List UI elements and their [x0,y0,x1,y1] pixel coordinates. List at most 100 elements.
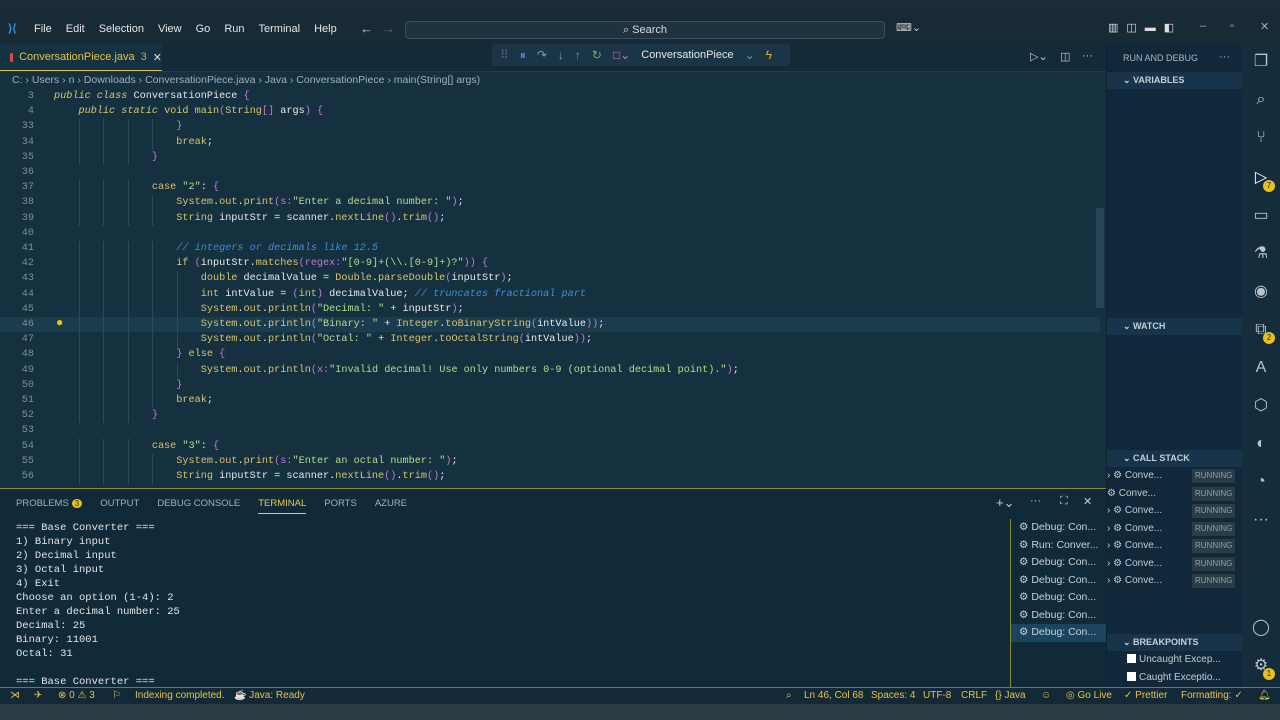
code-line[interactable]: 41 // integers or decimals like 12.5 [0,241,1100,257]
menu-selection[interactable]: Selection [99,23,144,35]
code-line[interactable]: 33 } [0,119,1100,135]
command-search[interactable]: ⌕ Search [405,21,885,39]
code-line[interactable]: 51 break; [0,393,1100,409]
tab-output[interactable]: OUTPUT [100,498,139,514]
close-window-button[interactable]: ✕ [1260,20,1269,33]
breakpoint-checkbox[interactable] [1127,671,1136,681]
terminal-instance[interactable]: ⚙ Debug: Con... [1011,624,1106,642]
menu-run[interactable]: Run [224,23,244,35]
code-line[interactable]: 46 System.out.println("Binary: " + Integ… [0,317,1100,333]
step-over-icon[interactable]: ↷ [537,48,547,62]
remote-icon[interactable]: ⋊ [10,688,20,704]
go-live[interactable]: ◎ Go Live [1066,688,1112,704]
pause-icon[interactable]: ⏸ [520,48,526,63]
split-editor-icon[interactable]: ◫ [1060,50,1070,63]
extensions-icon[interactable]: ⧉ 2 [1251,320,1275,344]
breadcrumb-item[interactable]: Users [32,74,59,86]
language-mode[interactable]: {} Java [995,688,1026,704]
code-line[interactable]: 48 } else { [0,347,1100,363]
explorer-icon[interactable]: ❐ [1251,52,1271,72]
call-stack-item[interactable]: › ⚙ Conve... RUNNING [1107,502,1243,520]
callstack-section-header[interactable]: ⌄ CALL STACK [1107,450,1243,467]
run-icon[interactable]: ▷⌄ [1030,50,1048,63]
breadcrumb-item[interactable]: Java [265,74,287,86]
menu-edit[interactable]: Edit [66,23,85,35]
close-tab-icon[interactable]: ✕ [153,51,162,64]
menu-view[interactable]: View [158,23,182,35]
rocket-icon[interactable]: ✈ [34,688,42,704]
variables-section-header[interactable]: ⌄ VARIABLES [1107,72,1243,89]
code-line[interactable]: 52 } [0,408,1100,424]
code-line[interactable]: 50 } [0,377,1100,393]
azure-icon[interactable]: A [1251,358,1271,378]
terminal-instance[interactable]: ⚙ Debug: Con... [1011,572,1106,590]
formatting-status[interactable]: Formatting: ✓ [1181,688,1243,704]
cursor-position[interactable]: Ln 46, Col 68 [804,688,864,704]
edge-icon[interactable]: ◐ [1251,434,1271,454]
source-control-icon[interactable]: ⑂ [1251,128,1271,148]
chevron-down-icon[interactable]: ⌄ [745,48,755,62]
tab-problems[interactable]: PROBLEMS 3 [16,498,83,514]
panel-more-icon[interactable]: ··· [1030,495,1041,507]
code-line[interactable]: 44 int intValue = (int) decimalValue; //… [0,286,1100,302]
notifications-bell-icon[interactable]: 🔔︎ [1258,688,1271,704]
minimize-button[interactable]: – [1200,20,1206,32]
call-stack-item[interactable]: › ⚙ Conve... RUNNING [1107,520,1243,538]
prettier[interactable]: ✓ Prettier [1124,688,1167,704]
indentation[interactable]: Spaces: 4 [871,688,915,704]
containers-icon[interactable]: ⬡ [1251,396,1271,416]
code-line[interactable]: 3 public class ConversationPiece { [0,89,1100,104]
breadcrumb-item[interactable]: ConversationPiece.java [145,74,255,86]
sidebar-more-icon[interactable]: ··· [1219,51,1230,63]
code-line[interactable]: 39 String inputStr = scanner.nextLine().… [0,210,1100,226]
call-stack-item[interactable]: › ⚙ Conve... RUNNING [1107,537,1243,555]
new-terminal-icon[interactable]: +⌄ [996,495,1014,511]
code-line[interactable]: 4 public static void main(String[] args)… [0,104,1100,119]
breadcrumb-item[interactable]: main(String[] args) [394,74,480,86]
code-line[interactable]: 55 System.out.print(s:"Enter an octal nu… [0,453,1100,469]
back-arrow-icon[interactable]: ← [360,21,373,36]
drag-handle-icon[interactable]: ⠿ [500,48,509,62]
terminal-instance[interactable]: ⚙ Run: Conver... [1011,537,1106,555]
breakpoint-item[interactable]: Caught Exceptio... [1107,669,1243,687]
call-stack-item[interactable]: › ⚙ Conve... RUNNING [1107,467,1243,485]
code-line[interactable]: 36 [0,165,1100,180]
java-status[interactable]: ☕ Java: Ready [234,688,305,704]
call-stack-item[interactable]: ⚙ Conve... RUNNING [1107,485,1243,503]
hot-reload-icon[interactable]: ϟ [766,48,772,62]
terminal-output[interactable]: === Base Converter === 1) Binary input 2) … [16,521,180,689]
lightbulb-icon[interactable]: ● [56,315,63,329]
git-graph-icon[interactable]: ◔ [1251,472,1271,492]
code-line[interactable]: 42 if (inputStr.matches(regex:"[0-9]+(\\… [0,256,1100,272]
restore-button[interactable]: ▫ [1230,20,1234,32]
copilot-status-icon[interactable]: ☺ [1041,688,1051,704]
breadcrumb-item[interactable]: ConversationPiece [296,74,384,86]
run-debug-icon[interactable]: ▷ 7 [1251,168,1275,192]
breadcrumb-item[interactable]: C: [12,74,23,86]
github-icon[interactable]: ◉ [1251,282,1271,302]
code-line[interactable]: 45 System.out.println("Decimal: " + inpu… [0,301,1100,317]
code-line[interactable]: 56 String inputStr = scanner.nextLine().… [0,469,1100,485]
code-line[interactable]: 35 } [0,149,1100,165]
watch-section-header[interactable]: ⌄ WATCH [1107,318,1243,335]
code-line[interactable]: 53 [0,423,1100,438]
settings-gear-icon[interactable]: ⚙ 1 [1251,656,1275,680]
menu-go[interactable]: Go [196,23,211,35]
line-ending[interactable]: CRLF [961,688,987,704]
menu-terminal[interactable]: Terminal [259,23,301,35]
debug-config-select[interactable]: ConversationPiece [641,49,733,61]
code-line[interactable]: 38 System.out.print(s:"Enter a decimal n… [0,195,1100,211]
menu-help[interactable]: Help [314,23,337,35]
breakpoint-checkbox[interactable] [1127,654,1136,663]
copilot-icon[interactable]: ⌨⌄ [896,21,921,34]
tab-debug-console[interactable]: DEBUG CONSOLE [157,498,240,514]
code-line[interactable]: 47 System.out.println("Octal: " + Intege… [0,332,1100,348]
tab-terminal[interactable]: TERMINAL [258,498,307,514]
forward-arrow-icon[interactable]: → [382,21,395,36]
menu-file[interactable]: File [34,23,52,35]
code-line[interactable]: 40 [0,226,1100,241]
more-actions-icon[interactable]: ··· [1082,50,1093,62]
code-editor[interactable]: 3 public class ConversationPiece {4 publi… [0,88,1106,488]
step-out-icon[interactable]: ↑ [575,48,581,62]
testing-icon[interactable]: ⚗ [1251,244,1271,264]
